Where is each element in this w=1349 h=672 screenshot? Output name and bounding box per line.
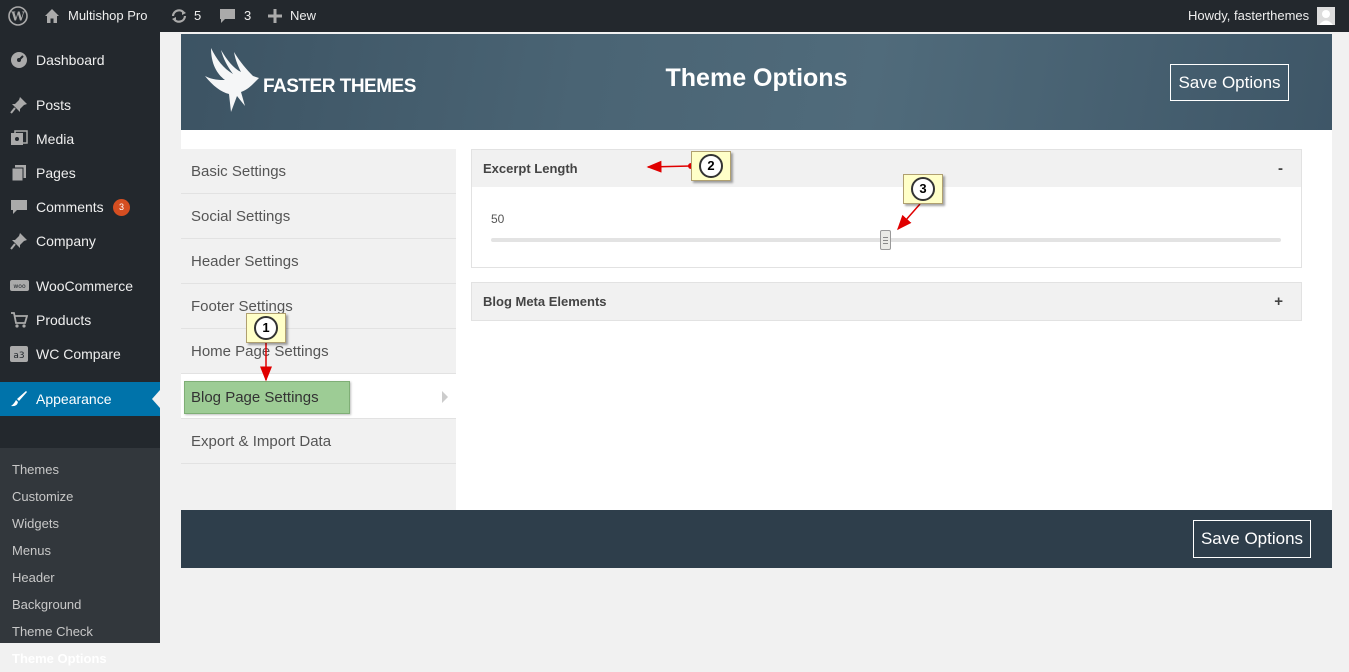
- callout-number: 2: [699, 154, 723, 178]
- callout-2: 2: [691, 151, 731, 181]
- callout-number: 3: [911, 177, 935, 201]
- annotation-arrows: [260, 160, 921, 382]
- callout-1: 1: [246, 313, 286, 343]
- arrow-2: [646, 160, 692, 173]
- callout-3: 3: [903, 174, 943, 204]
- submenu-theme-options[interactable]: Theme Options: [12, 645, 107, 672]
- arrow-3: [897, 203, 921, 231]
- callout-number: 1: [254, 316, 278, 340]
